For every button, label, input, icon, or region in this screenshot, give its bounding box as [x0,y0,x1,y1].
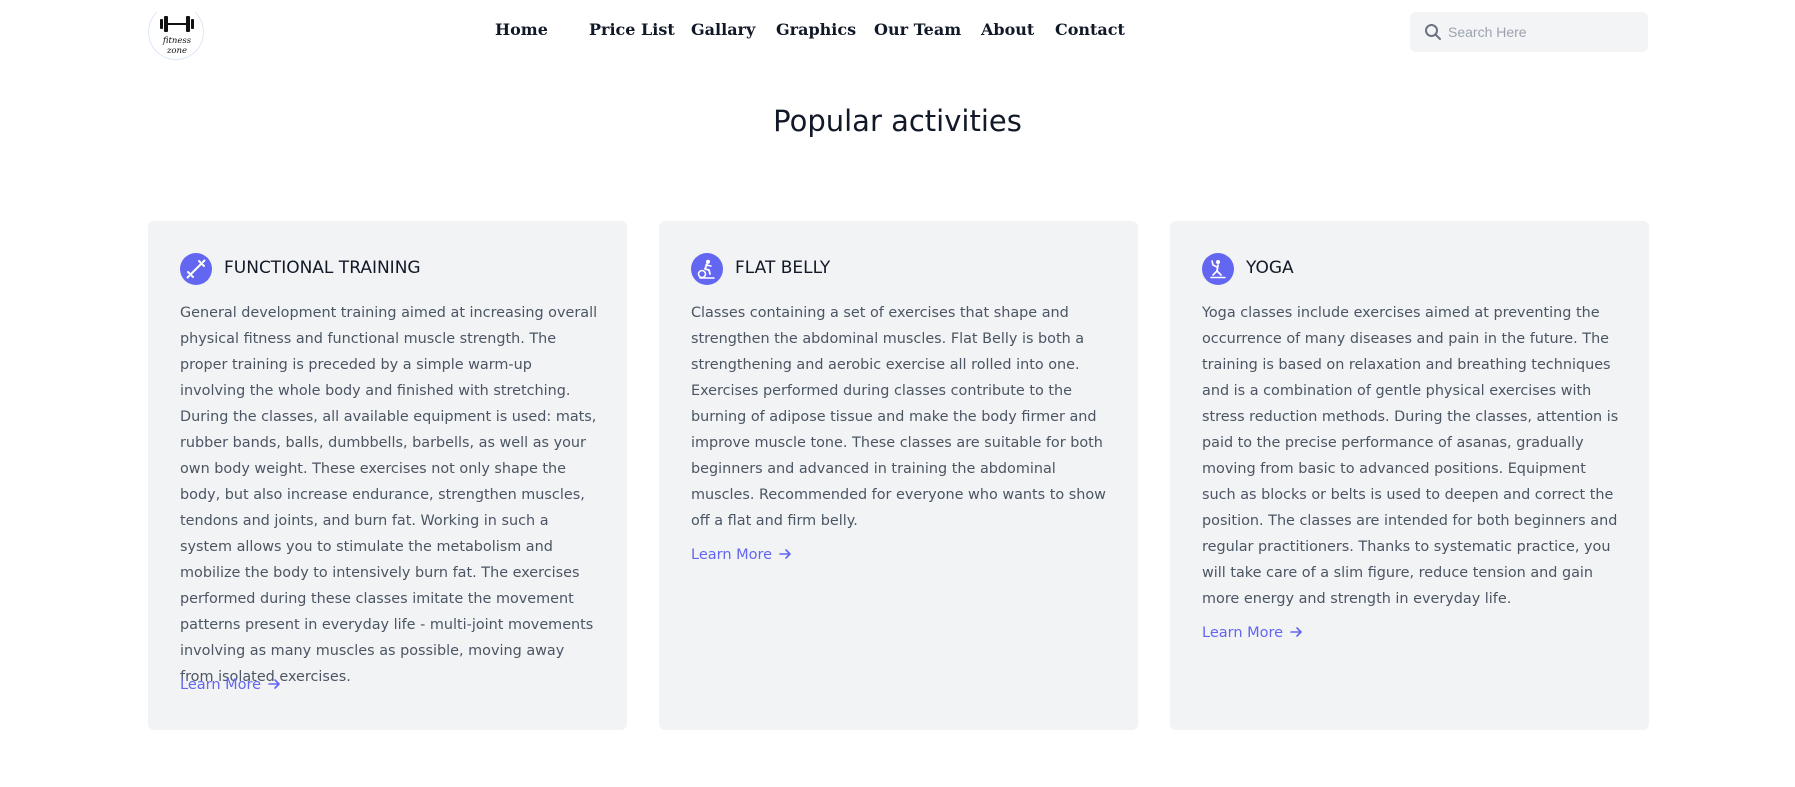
yoga-pose-icon [1202,253,1234,285]
exercise-bike-icon [691,253,723,285]
learn-more-link[interactable]: Learn More [1202,625,1303,641]
card-description: Classes containing a set of exercises th… [691,305,1106,529]
search-icon [1425,24,1441,40]
learn-more-label: Learn More [1202,625,1284,641]
dumbbell-icon [160,16,194,32]
arrow-right-icon [268,679,280,689]
learn-more-link[interactable]: Learn More [180,677,281,693]
nav-price-list[interactable]: Price List [589,20,675,39]
site-header: fitness zone Home Price List Gallary Gra… [0,0,1795,64]
card-description: General development training aimed at in… [180,305,598,685]
nav-our-team[interactable]: Our Team [874,20,961,39]
fitness-zone-logo[interactable]: fitness zone [148,4,204,60]
barbell-icon [180,253,212,285]
nav-home[interactable]: Home [495,20,548,39]
card-description: Yoga classes include exercises aimed at … [1202,305,1619,607]
learn-more-link[interactable]: Learn More [691,547,792,563]
search-input[interactable] [1448,20,1638,44]
nav-gallery[interactable]: Gallary [691,20,755,39]
nav-contact[interactable]: Contact [1055,20,1125,39]
search-box[interactable] [1410,12,1648,52]
learn-more-label: Learn More [691,547,773,563]
activity-card-flat-belly: FLAT BELLY Classes containing a set of e… [659,221,1138,730]
card-title: FLAT BELLY [735,258,831,278]
arrow-right-icon [779,549,791,559]
activity-card-functional-training: FUNCTIONAL TRAINING General development … [148,221,627,730]
arrow-right-icon [1290,627,1302,637]
nav-graphics[interactable]: Graphics [776,20,856,39]
logo-text: fitness zone [162,36,192,56]
activity-card-yoga: YOGA Yoga classes include exercises aime… [1170,221,1649,730]
card-title: FUNCTIONAL TRAINING [224,258,421,278]
section-title: Popular activities [773,104,1022,138]
nav-about[interactable]: About [981,20,1034,39]
card-title: YOGA [1246,258,1294,278]
learn-more-label: Learn More [180,677,262,693]
